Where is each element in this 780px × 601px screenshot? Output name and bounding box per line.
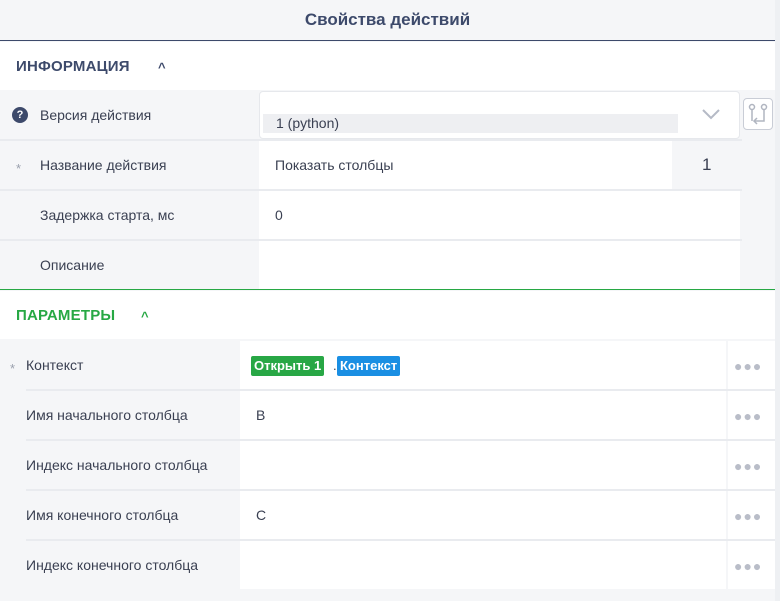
more-icon[interactable]: ●●● <box>734 558 762 574</box>
context-label: Контекст <box>26 357 84 373</box>
panel-title: Свойства действий <box>304 10 471 29</box>
chevron-up-icon[interactable]: ^ <box>158 60 166 75</box>
delay-input[interactable] <box>259 191 740 239</box>
context-scope-tag[interactable]: Контекст <box>337 356 401 376</box>
end-col-name-input[interactable] <box>240 491 726 539</box>
version-select-value: 1 (python) <box>276 115 340 131</box>
name-counter: 1 <box>702 155 712 174</box>
version-compare-button[interactable] <box>743 98 773 130</box>
end-col-name-value: C <box>256 507 267 523</box>
end-col-index-label: Индекс конечного столбца <box>26 557 199 573</box>
more-icon[interactable]: ●●● <box>734 458 762 474</box>
end-col-name-label: Имя конечного столбца <box>26 507 179 523</box>
start-col-name-input[interactable] <box>240 391 726 439</box>
branch-icon <box>748 103 768 125</box>
end-col-index-input[interactable] <box>240 541 726 589</box>
chevron-up-icon[interactable]: ^ <box>141 309 149 324</box>
delay-label: Задержка старта, мс <box>40 207 175 223</box>
more-icon[interactable]: ●●● <box>734 358 762 374</box>
version-label: Версия действия <box>40 107 152 123</box>
more-icon[interactable]: ●●● <box>734 508 762 524</box>
required-icon: * <box>16 161 22 176</box>
scrollbar[interactable] <box>775 0 780 601</box>
name-label: Название действия <box>40 157 167 173</box>
start-col-name-label: Имя начального столбца <box>26 407 188 423</box>
params-section-header[interactable] <box>0 291 775 339</box>
name-input-value: Показать столбцы <box>275 157 394 173</box>
params-section-title: ПАРАМЕТРЫ <box>16 307 116 324</box>
start-col-name-value: B <box>256 407 266 423</box>
start-col-index-input[interactable] <box>240 441 726 489</box>
required-icon: * <box>10 361 16 376</box>
delay-input-value: 0 <box>275 207 283 223</box>
params-section-divider <box>0 289 775 290</box>
description-input[interactable] <box>259 241 740 289</box>
start-col-index-label: Индекс начального столбца <box>26 457 208 473</box>
info-section-title: ИНФОРМАЦИЯ <box>16 58 130 75</box>
chevron-down-icon[interactable] <box>702 108 720 120</box>
help-icon[interactable]: ? <box>12 107 28 123</box>
description-label: Описание <box>40 257 105 273</box>
context-action-tag[interactable]: Открыть 1 <box>251 356 325 376</box>
more-icon[interactable]: ●●● <box>734 408 762 424</box>
